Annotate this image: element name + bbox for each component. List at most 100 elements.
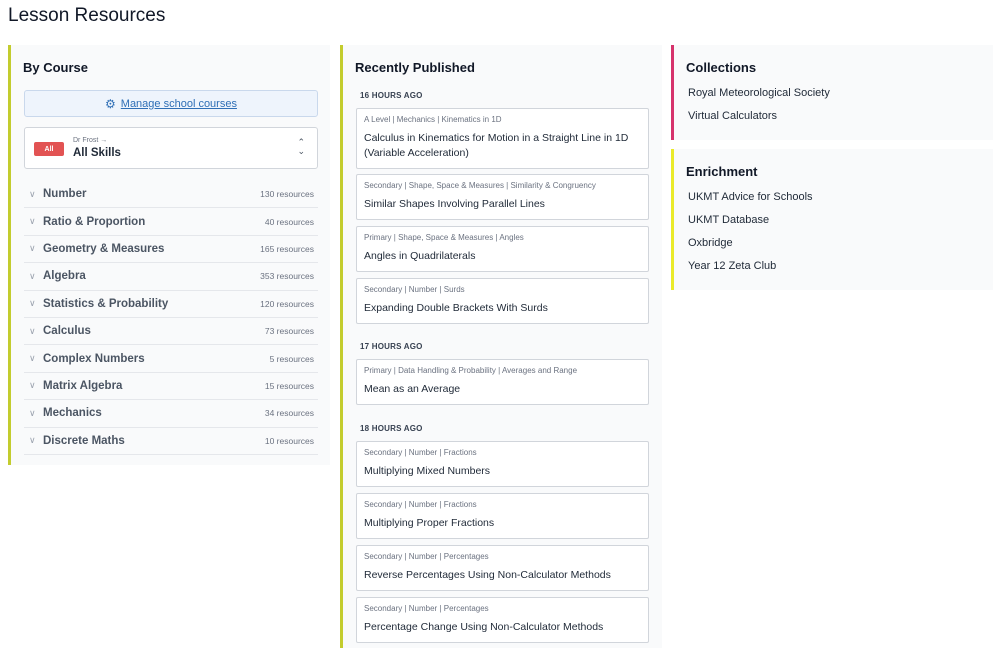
- panel-accent-bar: [671, 45, 674, 140]
- skill-select-value: All Skills: [73, 147, 121, 159]
- course-item-matrix-algebra[interactable]: ∨ Matrix Algebra 15 resources: [24, 373, 318, 401]
- chevron-down-icon: ∨: [29, 298, 36, 309]
- course-name: Matrix Algebra: [43, 379, 123, 392]
- chevron-down-icon: ∨: [29, 353, 36, 364]
- time-group-label: 16 HOURS AGO: [360, 91, 423, 100]
- panel-title: Collections: [686, 60, 757, 75]
- course-count: 120 resources: [260, 298, 314, 309]
- resource-title: Multiplying Proper Fractions: [364, 517, 495, 529]
- course-item-number[interactable]: ∨ Number 130 resources: [24, 181, 318, 209]
- course-count: 165 resources: [260, 243, 314, 254]
- course-count: 10 resources: [264, 435, 314, 446]
- course-item-calculus[interactable]: ∨ Calculus 73 resources: [24, 318, 318, 346]
- resource-card[interactable]: Secondary | Number | Fractions Multiplyi…: [356, 441, 649, 487]
- collection-link[interactable]: Virtual Calculators: [688, 110, 993, 133]
- course-count: 353 resources: [260, 271, 314, 282]
- resource-breadcrumb: Secondary | Number | Percentages: [364, 604, 489, 613]
- course-count: 130 resources: [260, 189, 314, 200]
- course-name: Algebra: [43, 270, 86, 283]
- recently-published-panel: Recently Published 16 HOURS AGO A Level …: [340, 45, 662, 648]
- enrichment-link[interactable]: UKMT Advice for Schools: [688, 191, 993, 214]
- resource-card[interactable]: A Level | Mechanics | Kinematics in 1D C…: [356, 108, 649, 169]
- chevron-down-icon: ∨: [29, 325, 36, 336]
- course-name: Mechanics: [43, 407, 102, 420]
- enrichment-link[interactable]: UKMT Database: [688, 214, 993, 237]
- course-item-discrete-maths[interactable]: ∨ Discrete Maths 10 resources: [24, 428, 318, 455]
- panel-title: By Course: [23, 60, 89, 75]
- resource-breadcrumb: Primary | Shape, Space & Measures | Angl…: [364, 233, 524, 242]
- resource-title: Percentage Change Using Non-Calculator M…: [364, 621, 604, 633]
- chevron-down-icon: ∨: [29, 380, 36, 391]
- course-list: ∨ Number 130 resources ∨ Ratio & Proportion…: [24, 181, 318, 455]
- resource-title: Multiplying Mixed Numbers: [364, 465, 491, 477]
- course-item-statistics-probability[interactable]: ∨ Statistics & Probability 120 resources: [24, 291, 318, 318]
- collections-panel: Collections Royal Meteorological Society…: [671, 45, 993, 140]
- chevron-down-icon: ∨: [29, 407, 36, 418]
- course-count: 40 resources: [264, 216, 314, 227]
- resource-breadcrumb: A Level | Mechanics | Kinematics in 1D: [364, 115, 502, 124]
- course-name: Discrete Maths: [43, 434, 125, 447]
- resource-card[interactable]: Primary | Shape, Space & Measures | Angl…: [356, 226, 649, 272]
- resource-title: Reverse Percentages Using Non-Calculator…: [364, 569, 611, 581]
- enrichment-link[interactable]: Oxbridge: [688, 237, 993, 260]
- chevron-down-icon: ∨: [29, 243, 36, 254]
- enrichment-list: UKMT Advice for Schools UKMT Database Ox…: [671, 179, 993, 283]
- course-name: Calculus: [43, 325, 91, 338]
- skill-select[interactable]: All Dr Frost → All Skills ⌃ ⌄: [24, 127, 318, 169]
- course-name: Ratio & Proportion: [43, 215, 146, 228]
- manage-school-courses-button[interactable]: ⚙ Manage school courses: [24, 90, 318, 117]
- resource-card[interactable]: Secondary | Number | Percentages Reverse…: [356, 545, 649, 591]
- course-count: 34 resources: [264, 408, 314, 419]
- panel-title: Enrichment: [686, 164, 758, 179]
- panel-accent-bar: [671, 149, 674, 290]
- resource-breadcrumb: Secondary | Number | Fractions: [364, 500, 477, 509]
- resource-breadcrumb: Secondary | Number | Percentages: [364, 552, 489, 561]
- chevron-down-icon: ∨: [29, 188, 36, 199]
- time-group-label: 18 HOURS AGO: [360, 424, 423, 433]
- resource-title: Angles in Quadrilaterals: [364, 250, 476, 262]
- chevron-down-icon: ∨: [29, 216, 36, 227]
- course-count: 15 resources: [264, 380, 314, 391]
- resource-title: Expanding Double Brackets With Surds: [364, 302, 548, 314]
- course-name: Number: [43, 188, 87, 201]
- resource-card[interactable]: Secondary | Number | Fractions Multiplyi…: [356, 493, 649, 539]
- resource-card[interactable]: Secondary | Shape, Space & Measures | Si…: [356, 174, 649, 220]
- gear-icon: ⚙: [105, 96, 116, 111]
- page-title: Lesson Resources: [8, 5, 166, 26]
- chevron-down-icon: ∨: [29, 435, 36, 446]
- resource-breadcrumb: Secondary | Number | Surds: [364, 285, 465, 294]
- course-item-mechanics[interactable]: ∨ Mechanics 34 resources: [24, 400, 318, 428]
- course-item-ratio-proportion[interactable]: ∨ Ratio & Proportion 40 resources: [24, 208, 318, 236]
- course-item-algebra[interactable]: ∨ Algebra 353 resources: [24, 263, 318, 291]
- skill-author: Dr Frost →: [73, 137, 108, 144]
- course-item-complex-numbers[interactable]: ∨ Complex Numbers 5 resources: [24, 345, 318, 373]
- panel-accent-bar: [8, 45, 11, 465]
- resource-title: Calculus in Kinematics for Motion in a S…: [364, 132, 629, 159]
- resource-card[interactable]: Secondary | Number | Percentages Percent…: [356, 597, 649, 643]
- resource-breadcrumb: Secondary | Shape, Space & Measures | Si…: [364, 181, 596, 190]
- course-name: Complex Numbers: [43, 352, 145, 365]
- resource-card[interactable]: Primary | Data Handling & Probability | …: [356, 359, 649, 405]
- resource-title: Mean as an Average: [364, 383, 461, 395]
- resource-title: Similar Shapes Involving Parallel Lines: [364, 198, 545, 210]
- by-course-panel: By Course ⚙ Manage school courses All Dr…: [8, 45, 330, 465]
- course-name: Statistics & Probability: [43, 297, 169, 310]
- chevron-down-icon: ∨: [29, 270, 36, 281]
- course-item-geometry-measures[interactable]: ∨ Geometry & Measures 165 resources: [24, 236, 318, 264]
- resource-card[interactable]: Secondary | Number | Surds Expanding Dou…: [356, 278, 649, 324]
- resource-breadcrumb: Primary | Data Handling & Probability | …: [364, 366, 578, 375]
- panel-title: Recently Published: [355, 60, 475, 75]
- enrichment-link[interactable]: Year 12 Zeta Club: [688, 260, 993, 283]
- chevron-up-down-icon: ⌃ ⌄: [297, 137, 305, 156]
- time-group-label: 17 HOURS AGO: [360, 342, 423, 351]
- manage-label: Manage school courses: [120, 97, 237, 110]
- collections-list: Royal Meteorological Society Virtual Cal…: [671, 75, 993, 133]
- enrichment-panel: Enrichment UKMT Advice for Schools UKMT …: [671, 149, 993, 290]
- panel-accent-bar: [340, 45, 343, 648]
- course-count: 5 resources: [269, 353, 314, 364]
- collection-link[interactable]: Royal Meteorological Society: [688, 87, 993, 110]
- course-name: Geometry & Measures: [43, 242, 165, 255]
- resource-breadcrumb: Secondary | Number | Fractions: [364, 448, 477, 457]
- course-count: 73 resources: [264, 326, 314, 337]
- skill-badge: All: [34, 142, 64, 156]
